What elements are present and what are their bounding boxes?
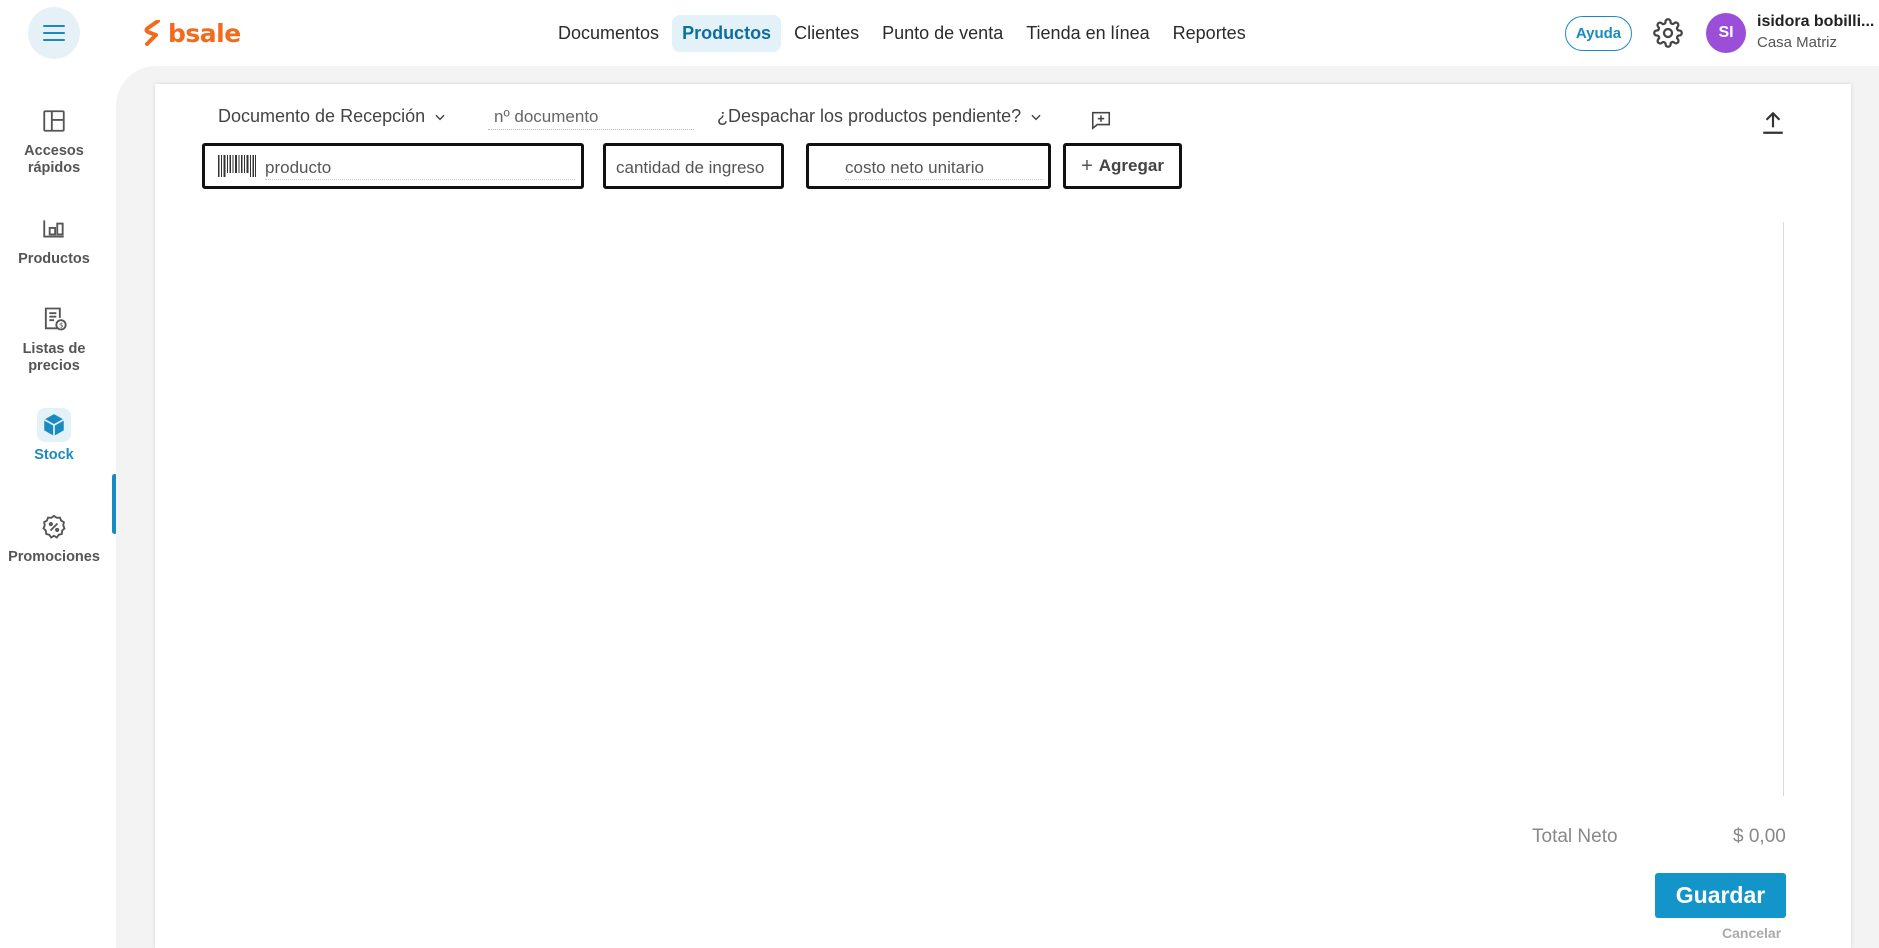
help-button[interactable]: Ayuda — [1565, 16, 1632, 51]
stock-reception-card — [155, 84, 1851, 948]
total-neto-label: Total Neto — [1532, 826, 1618, 847]
sidebar-item-accesos-rapidos[interactable]: Accesos rápidos — [0, 104, 108, 177]
nav-reportes[interactable]: Reportes — [1163, 15, 1256, 52]
plus-icon: + — [1081, 155, 1093, 177]
price-list-icon: $ — [44, 307, 67, 331]
nav-tienda-en-linea[interactable]: Tienda en línea — [1016, 15, 1159, 52]
svg-text:$: $ — [59, 322, 63, 330]
document-type-select[interactable]: Documento de Recepción — [218, 106, 447, 127]
chevron-down-icon — [1031, 114, 1041, 120]
product-field — [202, 143, 584, 189]
sidebar: Accesos rápidos Productos $ Listas de pr… — [0, 66, 117, 948]
save-button[interactable]: Guardar — [1655, 873, 1786, 918]
sidebar-item-productos[interactable]: Productos — [0, 212, 108, 268]
chevron-down-icon — [435, 114, 445, 120]
dispatch-pending-select[interactable]: ¿Despachar los productos pendiente? — [717, 106, 1043, 127]
total-neto-value: $ 0,00 — [1733, 826, 1786, 847]
sidebar-item-listas-de-precios[interactable]: $ Listas de precios — [0, 302, 108, 375]
quantity-input[interactable] — [616, 156, 776, 180]
promotion-icon — [42, 514, 66, 539]
sidebar-item-label: Productos — [18, 251, 90, 267]
sidebar-item-label: Stock — [34, 447, 74, 463]
layout-icon — [43, 110, 65, 132]
brand-logo[interactable]: bsale — [144, 16, 241, 50]
main-nav: Documentos Productos Clientes Punto de v… — [548, 13, 1256, 53]
document-number-input[interactable] — [488, 104, 694, 130]
user-branch: Casa Matriz — [1757, 34, 1838, 51]
nav-productos[interactable]: Productos — [672, 14, 782, 52]
document-type-value: Documento de Recepción — [218, 106, 426, 126]
top-bar: bsale Documentos Productos Clientes Punt… — [0, 0, 1879, 66]
hamburger-menu-button[interactable] — [28, 7, 80, 59]
sidebar-item-promociones[interactable]: Promociones — [0, 510, 108, 566]
sidebar-item-label: Promociones — [8, 549, 100, 565]
nav-documentos[interactable]: Documentos — [548, 15, 669, 52]
nav-punto-de-venta[interactable]: Punto de venta — [872, 15, 1013, 52]
nav-clientes[interactable]: Clientes — [784, 15, 869, 52]
user-avatar[interactable]: SI — [1706, 13, 1746, 53]
cube-icon — [43, 414, 65, 436]
gear-icon[interactable] — [1653, 18, 1683, 48]
upload-icon[interactable] — [1760, 110, 1786, 136]
barcode-icon[interactable] — [217, 154, 257, 178]
sidebar-item-label: Listas de precios — [22, 341, 86, 374]
unit-cost-input[interactable] — [845, 156, 1043, 180]
dispatch-pending-label: ¿Despachar los productos pendiente? — [717, 106, 1022, 126]
product-input[interactable] — [265, 156, 575, 180]
unit-cost-field — [806, 143, 1051, 189]
add-button[interactable]: + Agregar — [1063, 143, 1182, 189]
add-button-label: Agregar — [1098, 156, 1164, 175]
user-name[interactable]: isidora bobilli... — [1757, 13, 1875, 31]
brand-name: bsale — [168, 18, 241, 48]
menu-icon — [43, 25, 65, 40]
bsale-logo-icon — [144, 20, 160, 46]
sidebar-item-label: Accesos rápidos — [24, 143, 84, 176]
items-list-divider — [1783, 222, 1784, 796]
add-comment-icon[interactable] — [1090, 109, 1112, 131]
quantity-field — [603, 143, 784, 189]
sidebar-item-stock[interactable]: Stock — [0, 408, 108, 464]
cancel-link[interactable]: Cancelar — [1722, 925, 1781, 941]
products-icon — [43, 220, 64, 238]
